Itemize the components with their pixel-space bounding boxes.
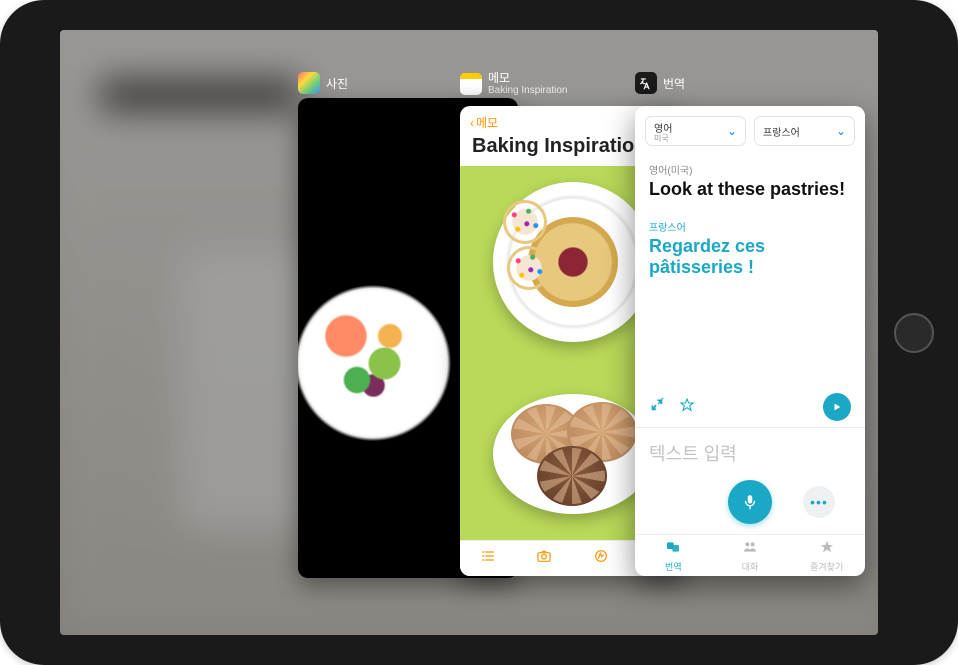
target-language-selector[interactable]: 프랑스어 ⌄ bbox=[754, 116, 855, 146]
tab-favorites-label: 즐겨찾기 bbox=[810, 560, 843, 573]
source-text[interactable]: Look at these pastries! bbox=[649, 179, 851, 201]
more-button[interactable]: ••• bbox=[803, 486, 835, 518]
app-label-notes: 메모 Baking Inspiration bbox=[460, 72, 568, 96]
tab-translate-label: 번역 bbox=[665, 560, 682, 573]
favorites-tab-icon bbox=[819, 539, 835, 559]
play-audio-button[interactable] bbox=[823, 393, 851, 421]
photos-app-icon bbox=[298, 72, 320, 94]
translate-app-name: 번역 bbox=[663, 75, 685, 92]
app-label-photos: 사진 bbox=[298, 72, 348, 94]
app-card-translate[interactable]: 영어 미국 ⌄ 프랑스어 ⌄ 영어(미국) Look at these p bbox=[635, 106, 865, 576]
language-selector-row: 영어 미국 ⌄ 프랑스어 ⌄ bbox=[635, 106, 865, 156]
markup-icon[interactable] bbox=[593, 548, 609, 569]
chevron-down-icon: ⌄ bbox=[836, 124, 846, 138]
translate-app-icon bbox=[635, 72, 657, 94]
translation-actions bbox=[635, 383, 865, 427]
translate-tab-bar: 번역 대화 즐겨찾기 bbox=[635, 534, 865, 576]
chevron-down-icon: ⌄ bbox=[727, 124, 737, 138]
chevron-left-icon: ‹ bbox=[470, 116, 474, 130]
target-language-label: 프랑스어 bbox=[649, 219, 851, 234]
text-input-area[interactable]: 텍스트 입력 ••• bbox=[635, 427, 865, 534]
target-lang-name: 프랑스어 bbox=[763, 128, 800, 139]
translation-body: 영어(미국) Look at these pastries! 프랑스어 Rega… bbox=[635, 156, 865, 383]
source-language-selector[interactable]: 영어 미국 ⌄ bbox=[645, 116, 746, 146]
text-input-placeholder: 텍스트 입력 bbox=[649, 440, 851, 466]
tab-conversation[interactable]: 대화 bbox=[712, 535, 789, 576]
app-switcher[interactable]: 사진 메모 Baking Inspiration 번역 bbox=[60, 30, 878, 635]
photo-content bbox=[298, 278, 458, 448]
microphone-button[interactable] bbox=[728, 480, 772, 524]
notes-app-subtitle: Baking Inspiration bbox=[488, 85, 568, 96]
checklist-icon[interactable] bbox=[480, 548, 496, 569]
target-text: Regardez ces pâtisseries ! bbox=[649, 236, 851, 279]
source-lang-region: 미국 bbox=[654, 135, 672, 143]
home-button[interactable] bbox=[894, 313, 934, 353]
conversation-tab-icon bbox=[742, 539, 758, 559]
camera-icon[interactable] bbox=[536, 548, 552, 569]
favorite-icon[interactable] bbox=[679, 397, 695, 418]
ipad-device-frame: 사진 메모 Baking Inspiration 번역 bbox=[0, 0, 958, 665]
notes-app-name: 메모 bbox=[488, 72, 568, 85]
app-label-translate: 번역 bbox=[635, 72, 685, 94]
tab-conversation-label: 대화 bbox=[742, 560, 759, 573]
source-lang-name: 영어 bbox=[654, 124, 672, 135]
translate-tab-icon bbox=[665, 539, 681, 559]
notes-app-icon bbox=[460, 73, 482, 95]
source-language-label: 영어(미국) bbox=[649, 162, 851, 177]
tab-translate[interactable]: 번역 bbox=[635, 535, 712, 576]
expand-icon[interactable] bbox=[649, 397, 665, 418]
tab-favorites[interactable]: 즐겨찾기 bbox=[788, 535, 865, 576]
screen: 사진 메모 Baking Inspiration 번역 bbox=[60, 30, 878, 635]
photos-app-name: 사진 bbox=[326, 75, 348, 92]
notes-back-button[interactable]: ‹ 메모 bbox=[470, 114, 498, 131]
notes-back-label: 메모 bbox=[476, 114, 498, 131]
